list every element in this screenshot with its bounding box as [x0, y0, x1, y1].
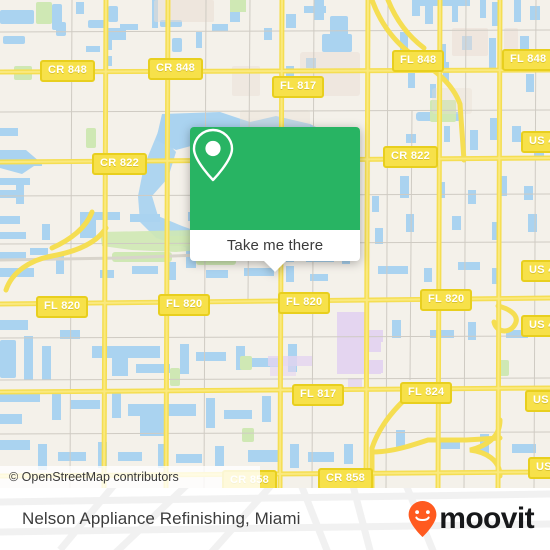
road-shield: US 441 — [521, 131, 550, 153]
road-shield: US 441 — [521, 315, 550, 337]
road-shield: US 441 — [525, 390, 550, 412]
popup-pointer — [264, 261, 286, 272]
popup-image-area — [190, 127, 360, 230]
road-shield: CR 822 — [383, 146, 439, 168]
road-shield: FL 820 — [36, 296, 89, 318]
page-title: Nelson Appliance Refinishing, Miami — [22, 509, 301, 528]
moovit-logo[interactable]: moovit — [407, 500, 535, 538]
road-shield: FL 848 — [392, 50, 445, 72]
page-footer: Nelson Appliance Refinishing, Miami moov… — [0, 488, 550, 550]
road-shield: FL 824 — [400, 382, 453, 404]
road-shield: FL 817 — [272, 76, 325, 98]
popup-action-bar[interactable]: Take me there — [190, 230, 360, 261]
road-shield: FL 848 — [502, 49, 550, 71]
take-me-there-label: Take me there — [226, 237, 324, 254]
road-shield: FL 817 — [292, 384, 345, 406]
road-shield: CR 822 — [92, 153, 148, 175]
moovit-wordmark: moovit — [439, 502, 534, 535]
road-shield: CR 848 — [148, 58, 204, 80]
road-shield: US 441 — [528, 457, 550, 479]
road-shield: FL 820 — [420, 289, 473, 311]
road-shield: FL 820 — [158, 294, 211, 316]
moovit-pin-icon — [408, 501, 437, 537]
road-shield: US 441 — [521, 260, 550, 282]
map-pin-icon — [192, 128, 234, 182]
road-shield: FL 820 — [278, 292, 331, 314]
map-screenshot: CR 848 CR 848 FL 817 FL 848 FL 848 CR 822 CR 8… — [0, 0, 550, 550]
map-canvas[interactable]: CR 848 CR 848 FL 817 FL 848 FL 848 CR 822 CR 8… — [0, 0, 550, 488]
location-popup-card[interactable]: Take me there — [190, 127, 360, 272]
road-shield: CR 848 — [40, 60, 96, 82]
road-shield: CR 858 — [222, 470, 278, 488]
road-shield: CR 858 — [318, 468, 374, 488]
